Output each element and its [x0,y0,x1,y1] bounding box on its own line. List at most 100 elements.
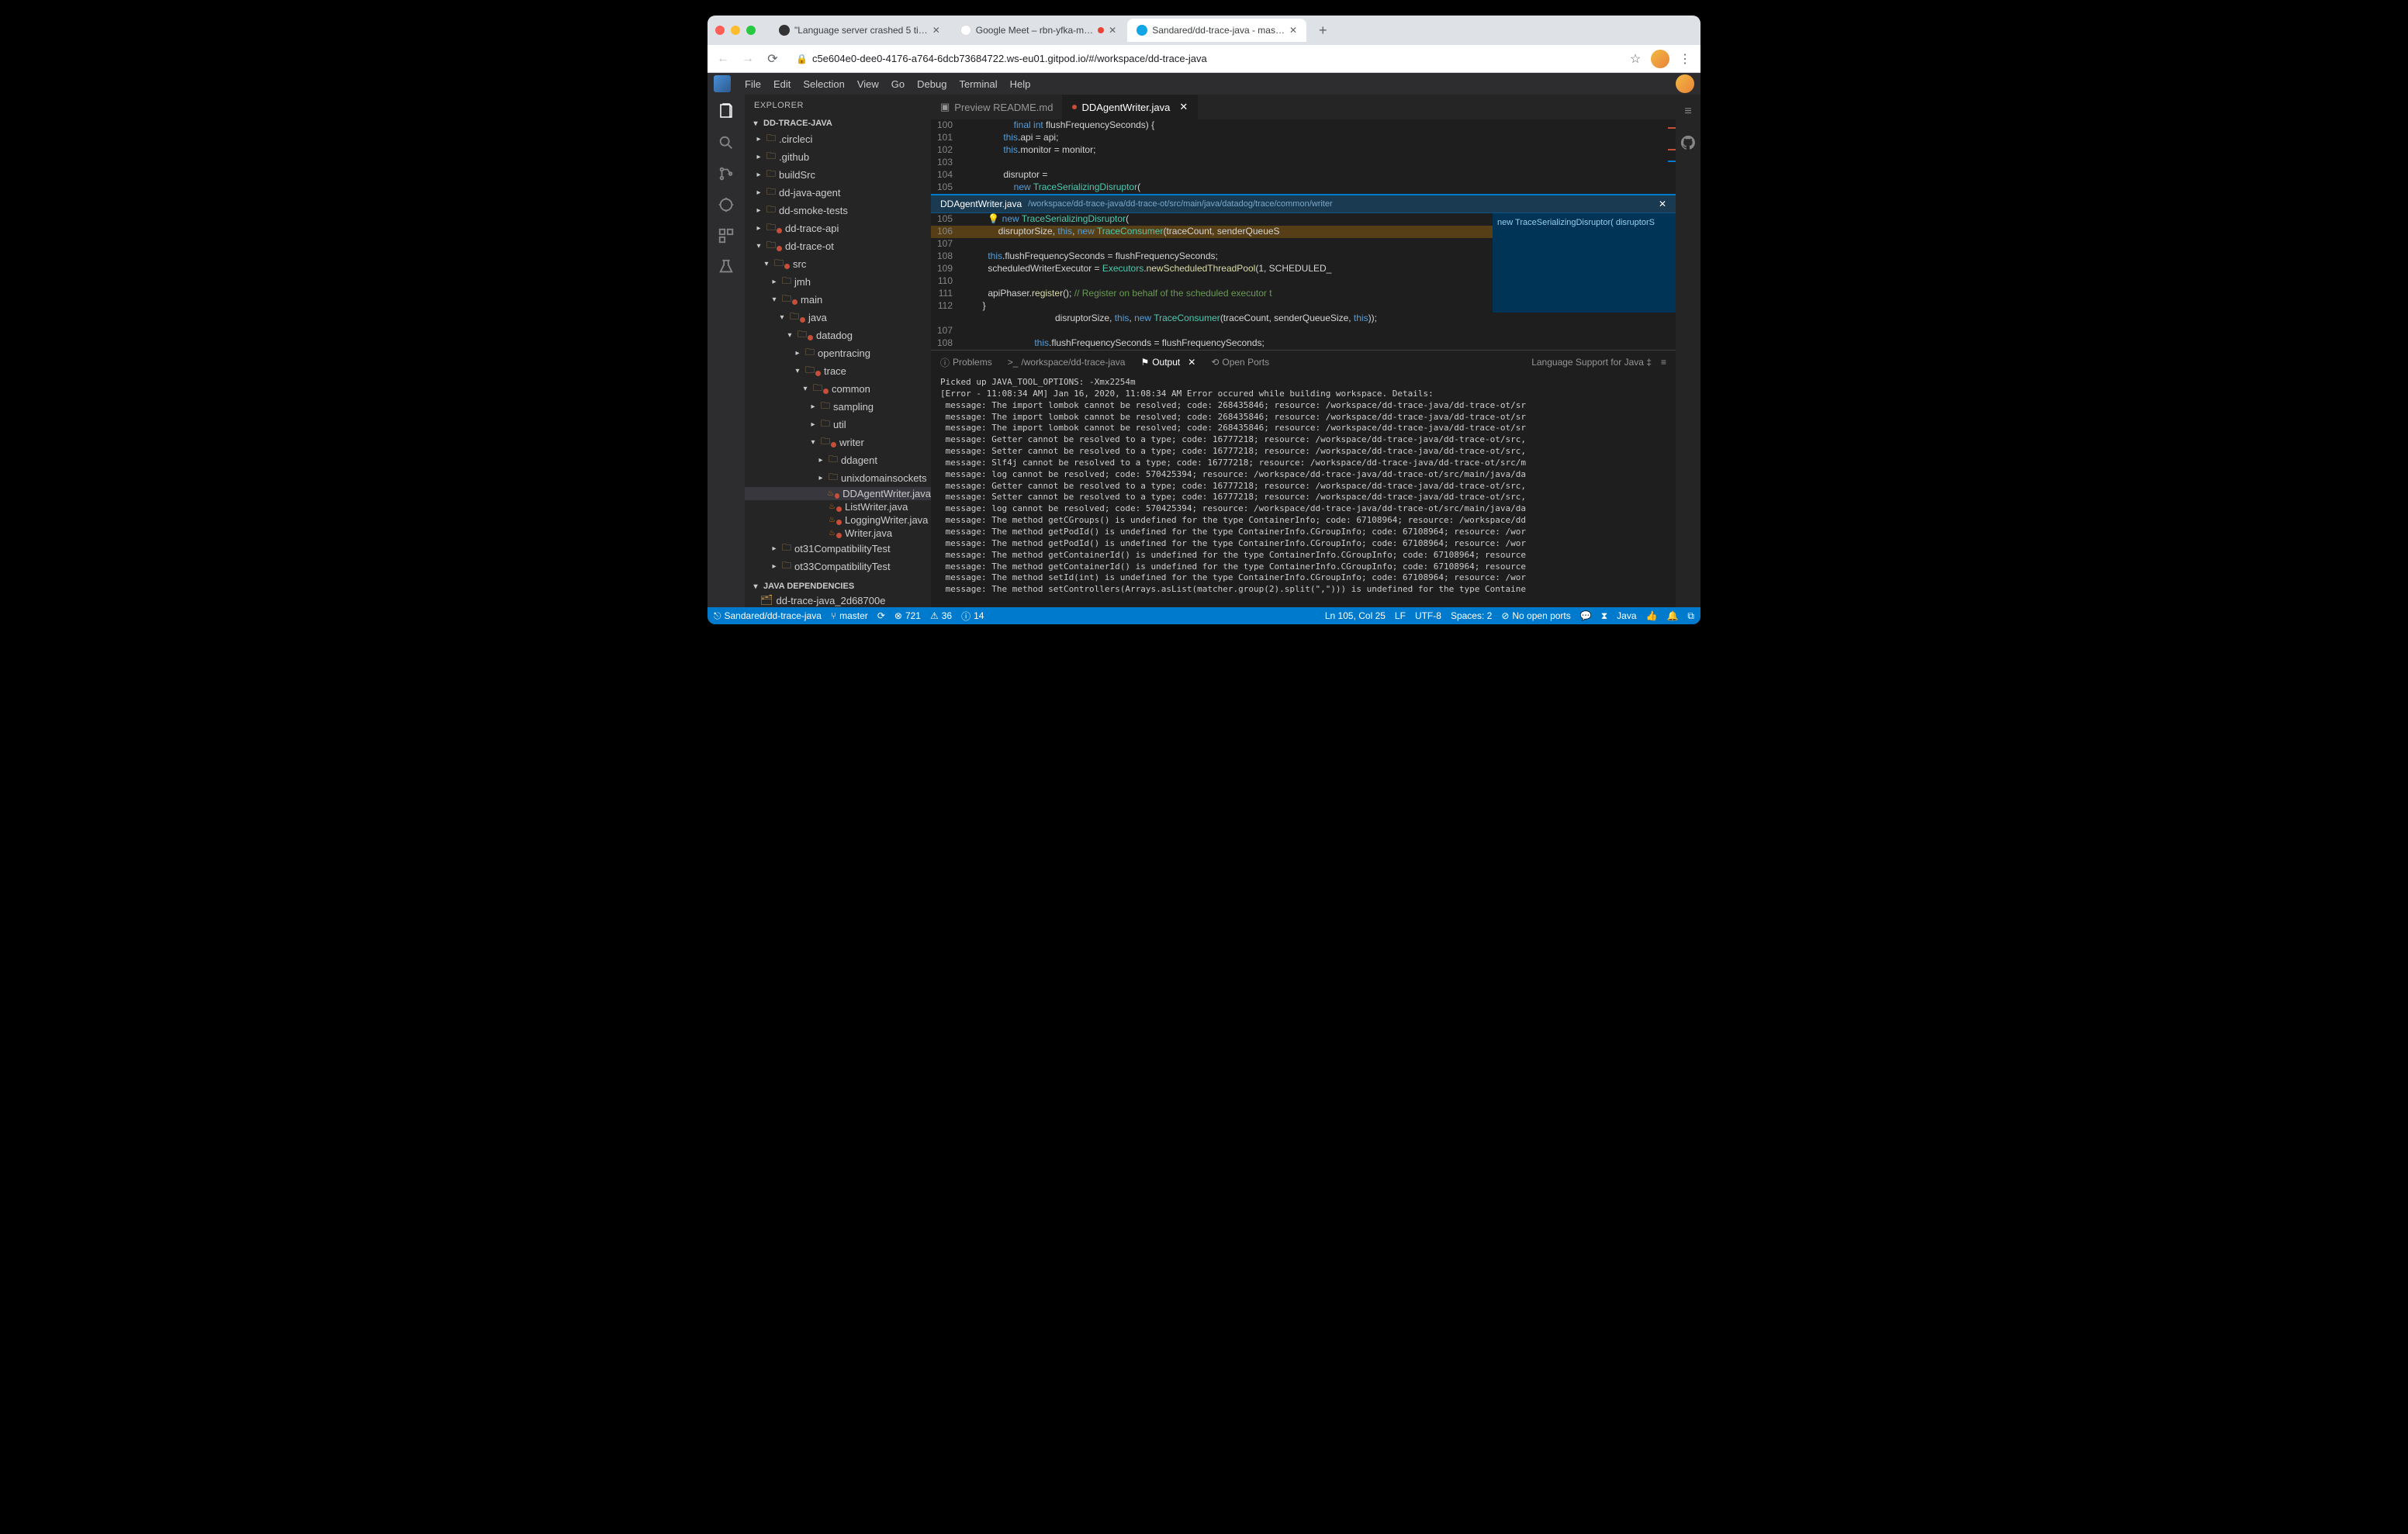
dep-item[interactable]: 🗂dd-trace-java_2d68700e [745,593,931,607]
folder-src[interactable]: ▾🗀src [745,255,931,273]
cursor-position[interactable]: Ln 105, Col 25 [1325,610,1386,621]
github-icon[interactable] [1677,132,1699,154]
minimize-button[interactable] [731,26,740,35]
folder-ot33CompatibilityTest[interactable]: ▸🗀ot33CompatibilityTest [745,558,931,575]
hourglass-icon[interactable]: ⧗ [1601,610,1607,622]
close-icon[interactable]: ✕ [1659,199,1666,209]
menu-debug[interactable]: Debug [911,76,953,92]
folder-icon: 🗀 [821,434,830,451]
file-DDAgentWriter.java[interactable]: ♨DDAgentWriter.java [745,487,931,500]
folder-main[interactable]: ▾🗀main [745,291,931,309]
top-editor-pane[interactable]: 100 final int flushFrequencySeconds) {10… [931,119,1676,194]
clear-output-icon[interactable]: ≡ [1661,357,1666,368]
menu-view[interactable]: View [851,76,885,92]
folder-dd-smoke-tests[interactable]: ▸🗀dd-smoke-tests [745,202,931,219]
ports-tab[interactable]: ⟲Open Ports [1211,357,1269,368]
profile-avatar[interactable] [1651,50,1669,68]
eol-status[interactable]: LF [1395,610,1406,621]
info-count[interactable]: ⓘ 14 [961,610,984,623]
menu-file[interactable]: File [739,76,767,92]
ide-logo-icon[interactable] [714,75,731,92]
error-count[interactable]: ⊗ 721 [894,610,921,621]
browser-menu-button[interactable]: ⋮ [1676,50,1694,68]
folder-trace[interactable]: ▾🗀trace [745,362,931,380]
git-branch[interactable]: ⑂ master [831,610,868,621]
remote-status[interactable]: ⎋ Sandared/dd-trace-java [714,610,822,622]
ports-status[interactable]: ⊘ No open ports [1501,610,1570,621]
back-button[interactable]: ← [714,50,732,68]
git-icon[interactable] [715,163,737,185]
close-tab-icon[interactable]: ✕ [1289,25,1297,36]
tab-label: DDAgentWriter.java [1081,102,1170,113]
folder-ddagent[interactable]: ▸🗀ddagent [745,451,931,469]
editor-tab[interactable]: DDAgentWriter.java ✕ [1063,95,1198,119]
java-deps-section[interactable]: ▾JAVA DEPENDENCIES [745,579,931,593]
extensions-icon[interactable] [715,225,737,247]
folder-ot31CompatibilityTest[interactable]: ▸🗀ot31CompatibilityTest [745,540,931,558]
folder-buildSrc[interactable]: ▸🗀buildSrc [745,166,931,184]
thumbs-up-icon[interactable]: 👍 [1646,610,1658,621]
reload-button[interactable]: ⟳ [763,50,782,68]
file-Writer.java[interactable]: ♨Writer.java [745,527,931,540]
explorer-title: EXPLORER [745,95,931,116]
folder-sampling[interactable]: ▸🗀sampling [745,398,931,416]
warning-count[interactable]: ⚠ 36 [930,610,952,621]
menu-terminal[interactable]: Terminal [953,76,1003,92]
close-icon[interactable]: ✕ [1179,101,1188,113]
folder-dd-trace-api[interactable]: ▸🗀dd-trace-api [745,219,931,237]
file-ListWriter.java[interactable]: ♨ListWriter.java [745,500,931,513]
maximize-button[interactable] [746,26,756,35]
workspace-root[interactable]: ▾DD-TRACE-JAVA [745,116,931,130]
output-tab[interactable]: ⚑Output✕ [1140,357,1195,368]
search-icon[interactable] [715,132,737,154]
chat-icon[interactable]: 💬 [1580,610,1592,621]
editor-tab[interactable]: ▣Preview README.md [931,95,1063,119]
spaces-status[interactable]: Spaces: 2 [1451,610,1492,621]
folder-java[interactable]: ▾🗀java [745,309,931,326]
folder-datadog[interactable]: ▾🗀datadog [745,326,931,344]
debug-icon[interactable] [715,194,737,216]
beaker-icon[interactable] [715,256,737,278]
bookmark-button[interactable]: ☆ [1626,50,1645,68]
address-bar[interactable]: 🔒 c5e604e0-dee0-4176-a764-6dcb73684722.w… [788,48,1620,70]
explorer-icon[interactable] [715,101,737,123]
folder-jmh[interactable]: ▸🗀jmh [745,273,931,291]
folder-util[interactable]: ▸🗀util [745,416,931,434]
close-tab-icon[interactable]: ✕ [1109,25,1116,36]
folder-.github[interactable]: ▸🗀.github [745,148,931,166]
menu-selection[interactable]: Selection [797,76,850,92]
peek-editor[interactable]: 105 💡 new TraceSerializingDisruptor(106 … [931,213,1493,313]
close-button[interactable] [715,26,725,35]
folder-icon: 🗀 [821,416,830,433]
menu-help[interactable]: Help [1004,76,1037,92]
folder-.circleci[interactable]: ▸🗀.circleci [745,130,931,148]
file-LoggingWriter.java[interactable]: ♨LoggingWriter.java [745,513,931,527]
language-status[interactable]: Java [1617,610,1636,621]
menu-edit[interactable]: Edit [767,76,797,92]
sync-status[interactable]: ⟳ [877,610,885,621]
outline-icon[interactable]: ≡ [1677,101,1699,123]
bottom-editor-pane[interactable]: disruptorSize, this, new TraceConsumer(t… [931,313,1676,350]
browser-tab[interactable]: Google Meet – rbn-yfka-m…✕ [951,19,1126,42]
folder-writer[interactable]: ▾🗀writer [745,434,931,451]
forward-button[interactable]: → [739,50,757,68]
encoding-status[interactable]: UTF-8 [1415,610,1441,621]
user-avatar[interactable] [1676,74,1694,93]
bell-icon[interactable]: 🔔 [1666,610,1678,621]
folder-common[interactable]: ▾🗀common [745,380,931,398]
layout-icon[interactable]: ⧉ [1687,610,1694,622]
menu-go[interactable]: Go [885,76,911,92]
browser-tab[interactable]: Sandared/dd-trace-java - mas…✕ [1127,19,1306,42]
browser-tab[interactable]: "Language server crashed 5 ti…✕ [770,19,950,42]
peek-references[interactable]: new TraceSerializingDisruptor( disruptor… [1493,213,1676,313]
folder-unixdomainsockets[interactable]: ▸🗀unixdomainsockets [745,469,931,487]
new-tab-button[interactable]: + [1313,22,1334,39]
terminal-tab[interactable]: >_/workspace/dd-trace-java [1008,357,1126,368]
folder-dd-java-agent[interactable]: ▸🗀dd-java-agent [745,184,931,202]
close-tab-icon[interactable]: ✕ [932,25,940,36]
output-channel-select[interactable]: Language Support for Java ‡ [1531,357,1652,368]
folder-dd-trace-ot[interactable]: ▾🗀dd-trace-ot [745,237,931,255]
problems-tab[interactable]: ⓘProblems [940,356,992,369]
folder-opentracing[interactable]: ▸🗀opentracing [745,344,931,362]
output-body[interactable]: Picked up JAVA_TOOL_OPTIONS: -Xmx2254m [… [931,374,1676,594]
